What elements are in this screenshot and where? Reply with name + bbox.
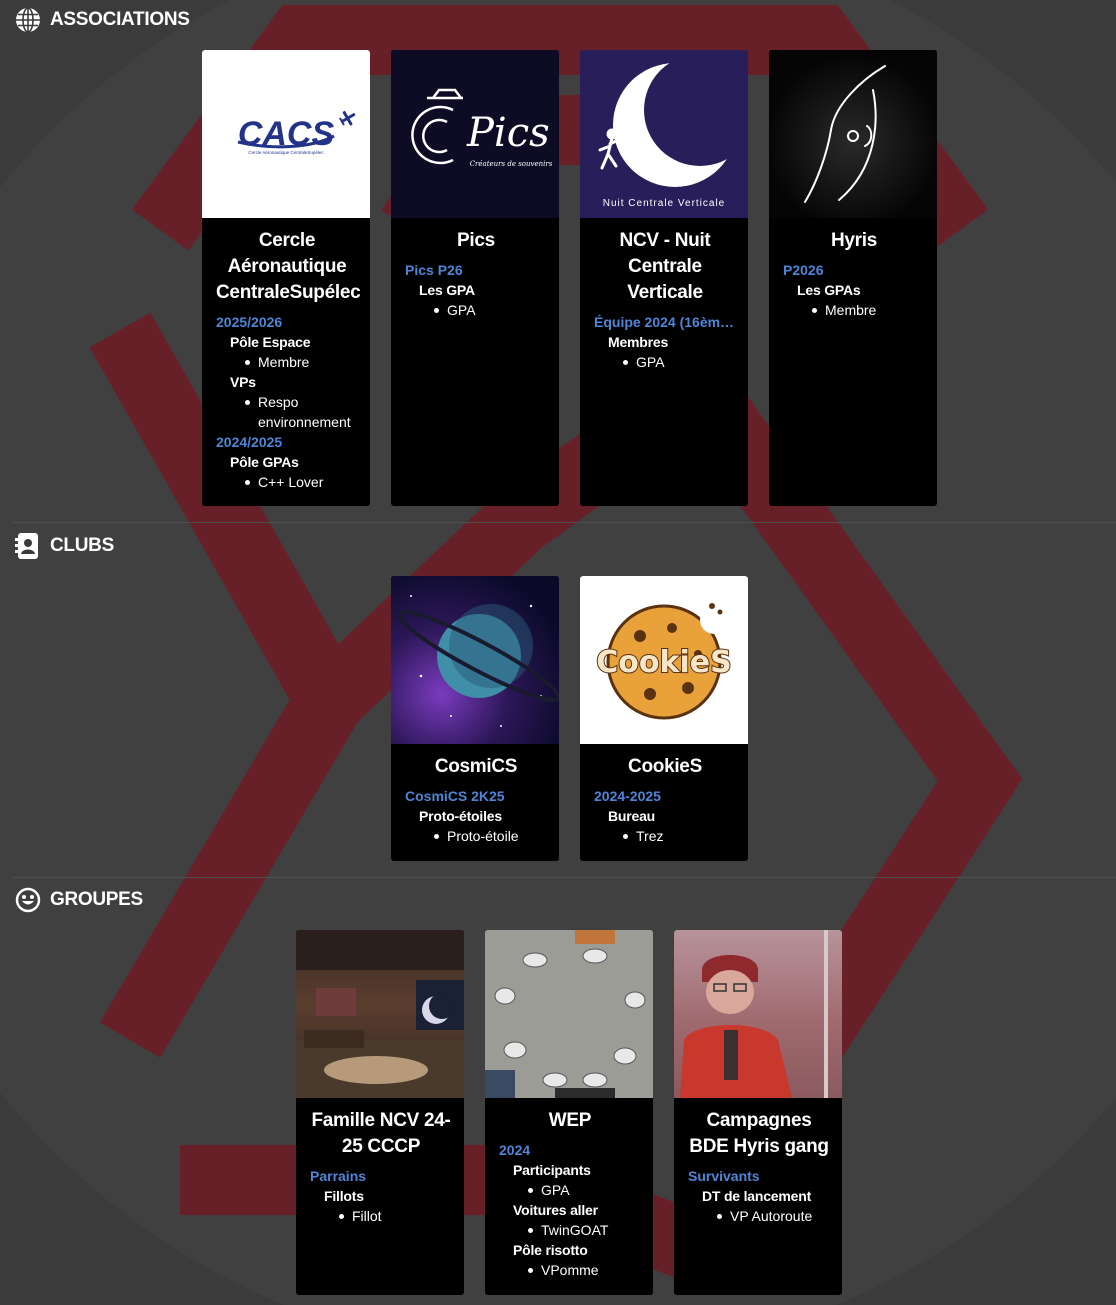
term-label: Pics P26 xyxy=(405,262,463,278)
role-item: VPomme xyxy=(527,1260,641,1280)
role-item: GPA xyxy=(527,1180,641,1200)
ncv-logo: Nuit Centrale Verticale xyxy=(580,50,748,218)
role-item: TwinGOAT xyxy=(527,1220,641,1240)
term-label: 2025/2026 xyxy=(216,314,283,330)
section-divider xyxy=(12,877,1116,878)
role-item: Membre xyxy=(811,300,925,320)
role-item: C++ Lover xyxy=(244,472,358,492)
group-name: Proto-étoiles xyxy=(419,808,502,824)
card-title: WEP xyxy=(548,1110,592,1131)
svg-text:CookieS: CookieS xyxy=(596,645,731,680)
cosmics-image xyxy=(391,576,559,744)
card-title: CookieS xyxy=(628,756,702,777)
section-associations: ASSOCIATIONS CACS Cercle Aéronautique Ce… xyxy=(0,0,1116,525)
role-list: TwinGOAT xyxy=(499,1220,641,1240)
section-header-clubs: CLUBS xyxy=(14,530,114,562)
role-list: Trez xyxy=(594,826,736,846)
role-item: Respo environnement xyxy=(244,392,358,432)
card-title: Pics xyxy=(457,230,495,251)
campagnes-photo xyxy=(674,930,842,1098)
term-label: Équipe 2024 (16èm… xyxy=(594,314,735,330)
term-label: P2026 xyxy=(783,262,824,278)
wep-photo xyxy=(485,930,653,1098)
section-title: CLUBS xyxy=(50,535,114,556)
card-cacs[interactable]: CACS Cercle Aéronautique CentraleSupélec… xyxy=(202,50,370,506)
pics-logo: Pics Créateurs de souvenirs xyxy=(391,50,559,218)
svg-text:Créateurs de souvenirs: Créateurs de souvenirs xyxy=(470,160,553,168)
term-label: 2024 xyxy=(499,1142,531,1158)
contact-book-icon xyxy=(14,532,42,560)
group-name: Membres xyxy=(608,334,669,350)
group-name: VPs xyxy=(230,374,256,390)
role-list: GPA xyxy=(594,352,736,372)
role-list: GPA xyxy=(405,300,547,320)
svg-text:Pics: Pics xyxy=(466,110,550,156)
hyris-logo xyxy=(769,50,937,218)
card-famille-ncv[interactable]: Famille NCV 24-25 CCCP Parrains Fillots … xyxy=(296,930,464,1295)
role-list: VP Autoroute xyxy=(688,1206,830,1226)
card-cookies[interactable]: CookieS CookieS 2024-2025 Bureau Trez xyxy=(580,576,748,861)
group-name: DT de lancement xyxy=(702,1188,812,1204)
term-label: 2024/2025 xyxy=(216,434,283,450)
association-cards: CACS Cercle Aéronautique CentraleSupélec… xyxy=(202,50,937,506)
group-name: Pôle risotto xyxy=(513,1242,588,1258)
card-title: Famille NCV 24-25 CCCP xyxy=(311,1110,451,1157)
group-name: Les GPA xyxy=(419,282,475,298)
role-list: Fillot xyxy=(310,1206,452,1226)
role-list: Membre xyxy=(216,352,358,372)
group-name: Les GPAs xyxy=(797,282,861,298)
card-pics[interactable]: Pics Créateurs de souvenirs Pics Pics P2… xyxy=(391,50,559,506)
role-item: VP Autoroute xyxy=(716,1206,830,1226)
section-header-groupes: GROUPES xyxy=(14,884,143,916)
role-item: GPA xyxy=(622,352,736,372)
role-item: Fillot xyxy=(338,1206,452,1226)
card-title: Hyris xyxy=(830,230,878,251)
role-list: Respo environnement xyxy=(216,392,358,432)
role-item: GPA xyxy=(433,300,547,320)
section-title: ASSOCIATIONS xyxy=(50,9,190,30)
term-label: Parrains xyxy=(310,1168,367,1184)
club-cards: CosmiCS CosmiCS 2K25 Proto-étoiles Proto… xyxy=(391,576,748,861)
section-groupes: GROUPES Famille NCV 24-25 CCCP Parrains xyxy=(0,882,1116,1305)
role-item: Membre xyxy=(244,352,358,372)
section-divider xyxy=(12,522,1116,523)
cookies-logo: CookieS xyxy=(580,576,748,744)
svg-text:CACS: CACS xyxy=(238,115,335,153)
role-list: VPomme xyxy=(499,1260,641,1280)
card-title: Campagnes BDE Hyris gang xyxy=(689,1110,829,1157)
group-name: Fillots xyxy=(324,1188,364,1204)
section-header-associations: ASSOCIATIONS xyxy=(14,4,190,36)
groupe-cards: Famille NCV 24-25 CCCP Parrains Fillots … xyxy=(296,930,842,1295)
card-title: Cercle Aéronautique CentraleSupélec xyxy=(216,230,361,303)
cacs-logo: CACS Cercle Aéronautique CentraleSupélec xyxy=(202,50,370,218)
group-name: Participants xyxy=(513,1162,591,1178)
group-name: Pôle GPAs xyxy=(230,454,299,470)
term-label: CosmiCS 2K25 xyxy=(405,788,505,804)
role-item: Trez xyxy=(622,826,736,846)
smiley-icon xyxy=(14,886,42,914)
famille-ncv-photo xyxy=(296,930,464,1098)
svg-text:Nuit Centrale Verticale: Nuit Centrale Verticale xyxy=(603,198,726,209)
section-clubs: CLUBS CosmiCS CosmiCS 2K25 Proto-étoiles… xyxy=(0,528,1116,880)
card-hyris[interactable]: Hyris P2026 Les GPAs Membre xyxy=(769,50,937,506)
section-title: GROUPES xyxy=(50,889,143,910)
role-list: Proto-étoile xyxy=(405,826,547,846)
group-name: Bureau xyxy=(608,808,656,824)
role-item: Proto-étoile xyxy=(433,826,547,846)
role-list: Membre xyxy=(783,300,925,320)
card-cosmics[interactable]: CosmiCS CosmiCS 2K25 Proto-étoiles Proto… xyxy=(391,576,559,861)
term-label: 2024-2025 xyxy=(594,788,661,804)
group-name: Pôle Espace xyxy=(230,334,311,350)
card-title: NCV - Nuit Centrale Verticale xyxy=(619,230,711,303)
group-name: Voitures aller xyxy=(513,1202,598,1218)
globe-icon xyxy=(14,6,42,34)
role-list: C++ Lover xyxy=(216,472,358,492)
card-title: CosmiCS xyxy=(434,756,518,777)
card-ncv[interactable]: Nuit Centrale Verticale NCV - Nuit Centr… xyxy=(580,50,748,506)
role-list: GPA xyxy=(499,1180,641,1200)
term-label: Survivants xyxy=(688,1168,760,1184)
card-campagnes-bde[interactable]: Campagnes BDE Hyris gang Survivants DT d… xyxy=(674,930,842,1295)
card-wep[interactable]: WEP 2024 Participants GPA Voitures aller… xyxy=(485,930,653,1295)
svg-text:Cercle Aéronautique CentraleSu: Cercle Aéronautique CentraleSupélec xyxy=(248,150,324,155)
